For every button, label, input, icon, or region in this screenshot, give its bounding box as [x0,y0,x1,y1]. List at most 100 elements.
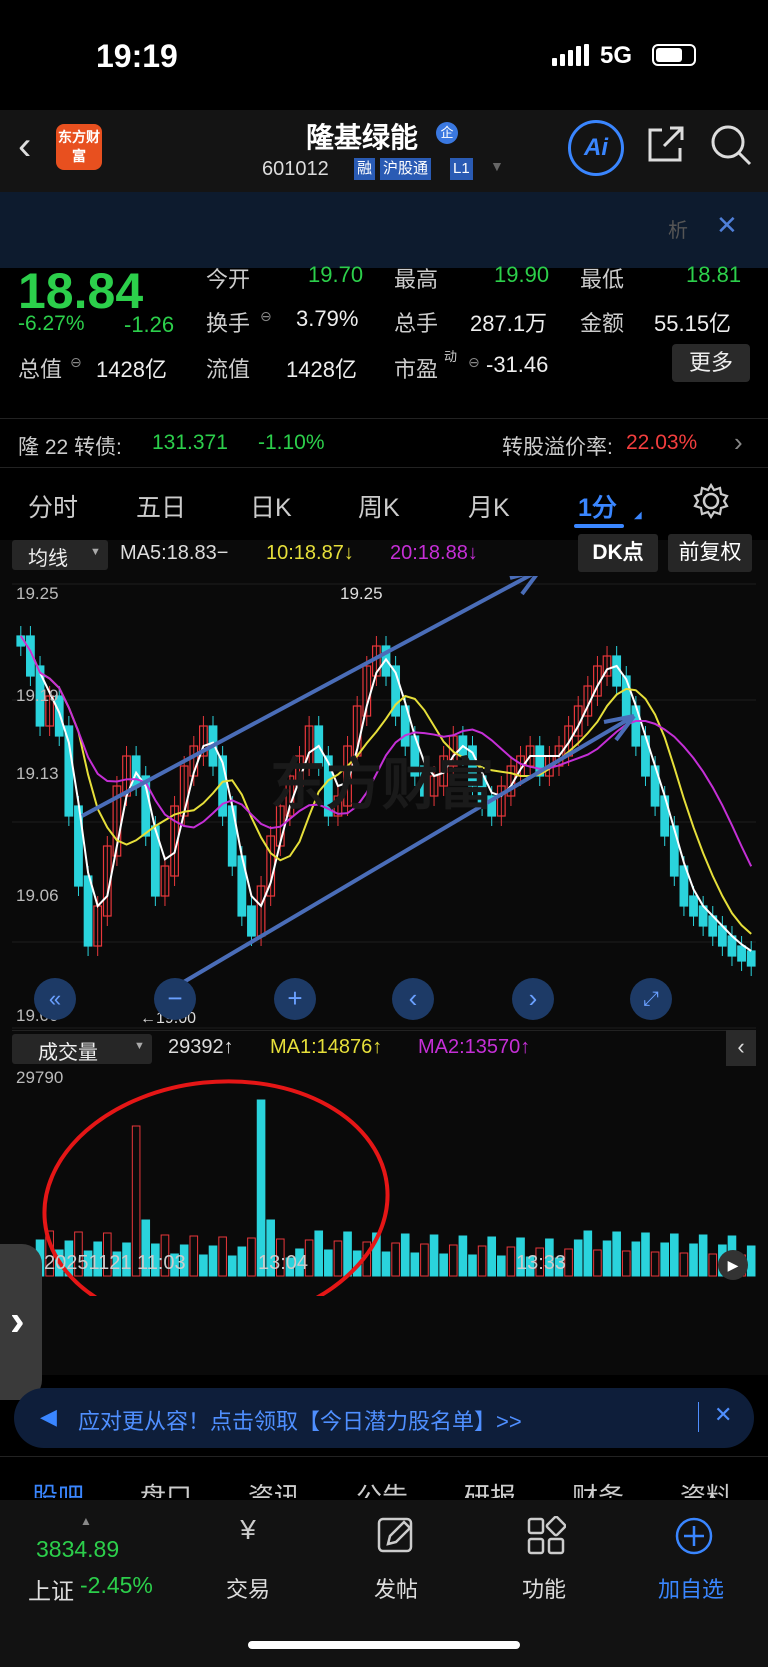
promo-text: 应对更从容！点击领取【今日潜力股名单】>> [78,1409,522,1434]
trade-icon[interactable]: ¥ [228,1514,268,1554]
change-amount: -1.26 [124,312,175,337]
nav-post[interactable]: 发帖 [374,1572,418,1604]
volume-bar [343,1231,352,1277]
bond-name: 隆 22 转债: [18,436,122,459]
open-value: 19.70 [308,262,364,287]
volume-bar [708,1253,718,1277]
volume-bar [612,1231,621,1277]
ma20-label: 20:18.88↓ [390,542,478,564]
volume-bar [497,1255,506,1277]
scroll-start-icon[interactable]: « [34,978,76,1020]
zoom-in-icon[interactable]: + [274,978,316,1020]
tab-daily-k[interactable]: 日K [250,488,292,524]
kline-chart[interactable]: 均线 ▼ MA5:18.83− 10:18.87↓ 20:18.88↓ DK点 … [0,534,768,1375]
tab-order-book[interactable]: 盘口 [140,1477,192,1498]
collapse-left-icon[interactable]: ‹ [726,1030,756,1066]
ai-button[interactable]: Ai [568,120,624,176]
volume-bar [333,1240,343,1277]
y-tick: 19.25 [16,584,59,603]
volume-bar [506,1246,516,1277]
clock: 19:19 [96,38,178,74]
volume-bar [439,1253,448,1277]
pe-value: -31.46 [486,352,549,377]
scroll-right-icon[interactable]: › [512,978,554,1020]
content-tabs: 股吧 盘口 资讯 公告 研报 财务 资料 [0,1456,768,1498]
info-icon[interactable]: ⊖ [468,354,480,371]
tab-weekly-k[interactable]: 周K [358,488,400,524]
grid-icon[interactable] [526,1516,566,1556]
volume-indicator-selector[interactable]: 成交量 ▼ [12,1034,152,1064]
close-icon[interactable]: ✕ [714,1402,732,1428]
info-icon[interactable]: ⊖ [70,354,82,371]
candle-body [83,875,93,947]
volume-bar [189,1235,199,1277]
tab-finance[interactable]: 财务 [572,1477,624,1498]
mcap-value: 1428亿 [96,357,167,382]
premium-label: 转股溢价率: [502,436,613,459]
volume-bar [227,1255,237,1277]
y-tick: 19.13 [16,764,59,783]
chart-canvas [12,576,756,1296]
volume-bar [468,1254,477,1277]
signal-icon [552,44,592,66]
tab-news[interactable]: 资讯 [248,1477,300,1498]
zoom-out-icon[interactable]: − [154,978,196,1020]
settings-gear-icon[interactable] [692,482,730,520]
volume-ma2: MA2:13570↑ [418,1036,531,1058]
watermark: 东方财富 [270,753,494,816]
nav-add-watchlist[interactable]: 加自选 [658,1572,724,1604]
connect-tag: 沪股通 [380,158,432,180]
pe-label: 市盈 [394,357,439,382]
volume-value: 29392↑ [168,1036,234,1058]
tab-research[interactable]: 研报 [464,1477,516,1498]
volume-bar [689,1243,698,1277]
chart-period-tabs: 分时 五日 日K 周K 月K 1分 ◢ [0,470,768,540]
candle-body [247,905,256,937]
app-logo[interactable]: 东方财富 [56,124,102,170]
convertible-bond-row[interactable]: 隆 22 转债: 131.371 -1.10% 转股溢价率: 22.03% › [0,418,768,468]
indicator-label: 均线 [28,548,68,570]
volume-bar [381,1251,391,1277]
index-name: 上证 [28,1578,74,1604]
tab-indicator [574,524,624,528]
tab-profile[interactable]: 资料 [680,1477,732,1498]
tab-1min[interactable]: 1分 [578,488,617,524]
arrowhead-icon [603,714,636,742]
volume-bar [641,1232,650,1277]
ma5-label: MA5:18.83− [120,542,229,564]
back-button[interactable]: ‹ [18,124,31,169]
index-value[interactable]: 3834.89 [36,1536,119,1563]
side-drawer-handle[interactable]: › [0,1244,42,1400]
dk-point-button[interactable]: DK点 [578,534,658,572]
margin-tag: 融 [354,158,376,180]
tab-announcements[interactable]: 公告 [356,1477,408,1498]
play-icon[interactable]: ▶ [718,1250,748,1280]
fullscreen-icon[interactable]: ⤢ [630,978,672,1020]
tab-forum[interactable]: 股吧 [32,1477,84,1498]
add-circle-icon[interactable] [674,1516,714,1556]
candle-body [746,950,756,967]
premium-value: 22.03% [626,431,698,454]
close-icon[interactable]: ✕ [716,210,738,241]
nav-trade[interactable]: 交易 [226,1572,270,1604]
amount-value: 55.15亿 [654,311,732,336]
scroll-left-icon[interactable]: ‹ [392,978,434,1020]
search-icon[interactable] [708,120,756,168]
volume-bar [237,1246,247,1277]
nav-functions[interactable]: 功能 [522,1572,566,1604]
volume-bar [324,1249,333,1277]
enterprise-badge[interactable]: 企 [436,122,458,144]
tab-five-day[interactable]: 五日 [136,488,186,524]
info-icon[interactable]: ⊖ [260,308,272,325]
volume-bar [420,1243,429,1277]
adjust-button[interactable]: 前复权 [668,534,752,572]
tab-monthly-k[interactable]: 月K [468,488,510,524]
more-button[interactable]: 更多 [672,344,750,382]
share-icon[interactable] [644,122,688,166]
compose-icon[interactable] [376,1516,416,1556]
promo-banner[interactable]: ◀ 应对更从容！点击领取【今日潜力股名单】>> ✕ [14,1388,754,1448]
indicator-selector[interactable]: 均线 ▼ [12,540,108,570]
tab-intraday[interactable]: 分时 [28,488,78,524]
chevron-down-icon[interactable]: ▼ [490,158,504,174]
amount-label: 金额 [580,311,625,336]
